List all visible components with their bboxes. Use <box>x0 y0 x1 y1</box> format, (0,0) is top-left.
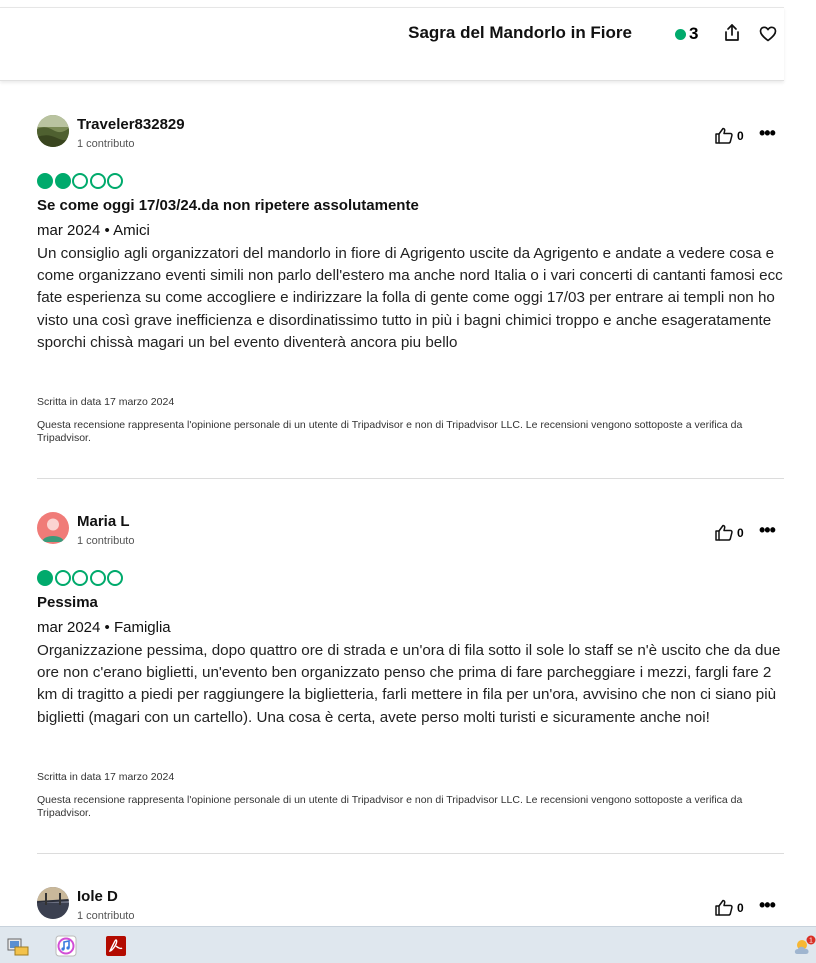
bubble-icon <box>54 570 71 586</box>
user-name[interactable]: Traveler832829 <box>77 116 185 133</box>
user-name[interactable]: Maria L <box>77 513 130 530</box>
rating-bubbles <box>37 570 125 586</box>
avatar[interactable] <box>37 512 69 544</box>
user-contributions: 1 contributo <box>77 138 135 150</box>
file-explorer-icon[interactable] <box>7 935 29 957</box>
divider <box>37 478 784 479</box>
taskbar: 1 <box>0 926 816 963</box>
weather-icon[interactable]: 1 <box>792 935 816 957</box>
bubble-icon <box>89 173 106 189</box>
acrobat-icon[interactable] <box>105 935 127 957</box>
review-title[interactable]: Se come oggi 17/03/24.da non ripetere as… <box>37 197 419 214</box>
review-text: Un consiglio agli organizzatori del mand… <box>37 245 783 351</box>
bubble-icon <box>37 570 53 586</box>
bubble-icon <box>54 173 71 189</box>
more-options-icon[interactable]: ••• <box>759 124 776 142</box>
helpful-vote-button[interactable]: 0 <box>715 524 744 541</box>
share-icon[interactable] <box>722 23 742 43</box>
review-disclaimer: Questa recensione rappresenta l'opinione… <box>37 794 743 819</box>
bubble-icon <box>37 173 53 189</box>
rating-bubbles <box>37 173 125 189</box>
bubble-icon <box>89 570 106 586</box>
user-name[interactable]: Iole D <box>77 888 118 905</box>
review-count: 3 <box>689 24 699 43</box>
review-meta: mar 2024 • Amici <box>37 222 150 239</box>
helpful-count: 0 <box>737 128 744 143</box>
written-date: Scritta in data 17 marzo 2024 <box>37 771 175 783</box>
bubble-icon <box>107 570 123 586</box>
avatar[interactable] <box>37 887 69 919</box>
written-date: Scritta in data 17 marzo 2024 <box>37 396 175 408</box>
heart-icon[interactable] <box>758 24 778 44</box>
thumbs-up-icon <box>715 524 733 541</box>
helpful-vote-button[interactable]: 0 <box>715 899 744 916</box>
notification-badge: 1 <box>809 937 813 944</box>
user-contributions: 1 contributo <box>77 910 135 922</box>
more-options-icon[interactable]: ••• <box>759 521 776 539</box>
helpful-count: 0 <box>737 525 744 540</box>
header-bar: Sagra del Mandorlo in Fiore 3 <box>0 7 784 81</box>
review-meta: mar 2024 • Famiglia <box>37 619 171 636</box>
user-contributions: 1 contributo <box>77 535 135 547</box>
rating-dot-icon <box>675 28 686 40</box>
review-disclaimer: Questa recensione rappresenta l'opinione… <box>37 419 743 444</box>
more-options-icon[interactable]: ••• <box>759 896 776 914</box>
review-text: Organizzazione pessima, dopo quattro ore… <box>37 642 781 726</box>
thumbs-up-icon <box>715 899 733 916</box>
helpful-count: 0 <box>737 900 744 915</box>
bubble-icon <box>72 570 88 586</box>
divider <box>37 853 784 854</box>
helpful-vote-button[interactable]: 0 <box>715 127 744 144</box>
bubble-icon <box>107 173 123 189</box>
thumbs-up-icon <box>715 127 733 144</box>
page-title: Sagra del Mandorlo in Fiore <box>408 23 632 42</box>
review-count-badge[interactable]: 3 <box>675 24 698 44</box>
review-title[interactable]: Pessima <box>37 594 98 611</box>
bubble-icon <box>72 173 88 189</box>
avatar[interactable] <box>37 115 69 147</box>
itunes-icon[interactable] <box>55 935 77 957</box>
